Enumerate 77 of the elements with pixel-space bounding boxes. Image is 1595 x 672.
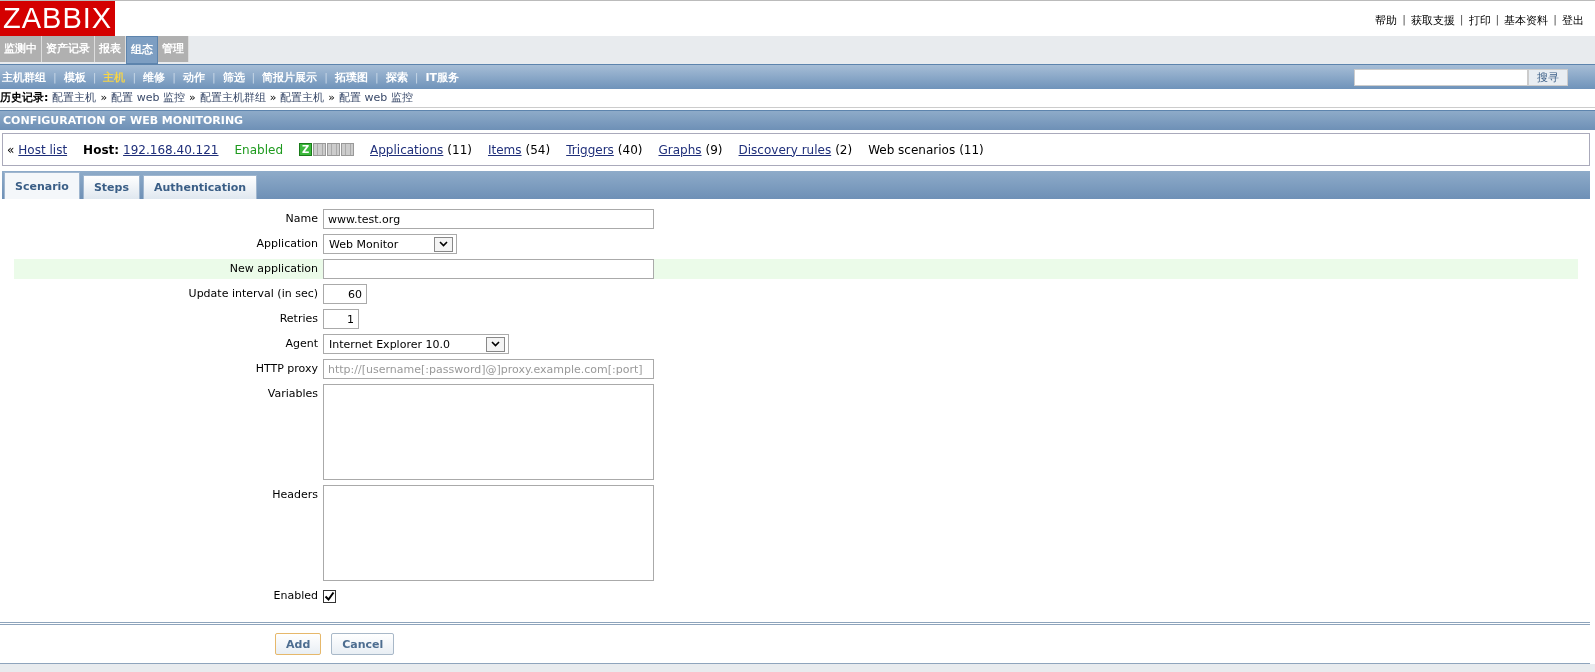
history-link[interactable]: 配置主机	[280, 89, 325, 107]
input-field[interactable]: www.test.org	[323, 209, 654, 229]
input-field[interactable]	[323, 259, 654, 279]
count: (11)	[447, 142, 472, 157]
separator: »	[100, 90, 108, 106]
field-label: HTTP proxy	[254, 361, 318, 377]
separator: |	[1402, 13, 1406, 28]
count: (2)	[835, 142, 853, 157]
host-link[interactable]: 192.168.40.121	[123, 142, 219, 157]
separator: |	[52, 70, 58, 84]
text-area[interactable]	[323, 384, 654, 480]
separator: |	[1553, 13, 1557, 28]
host-nav-link[interactable]: Discovery rules	[738, 142, 832, 157]
input-field[interactable]: 1	[323, 309, 359, 329]
history-link[interactable]: 配置主机	[52, 89, 97, 107]
page-title: CONFIGURATION OF WEB MONITORING	[0, 110, 1595, 130]
host-nav-link[interactable]: Applications	[370, 142, 444, 157]
separator: |	[131, 70, 138, 84]
field-label: Application	[255, 236, 318, 252]
field-label: Name	[284, 211, 318, 227]
text-area[interactable]	[323, 485, 654, 581]
separator: »	[188, 90, 196, 106]
field-label: New application	[228, 261, 318, 277]
header-link[interactable]: 登出	[1557, 13, 1589, 28]
separator: |	[1459, 13, 1464, 28]
separator: |	[323, 70, 330, 84]
separator: |	[374, 70, 380, 84]
history-link[interactable]: 配置 web 监控	[339, 89, 413, 107]
form-button[interactable]: Add	[275, 633, 322, 655]
search-button[interactable]: 搜寻	[1528, 68, 1568, 86]
field-label: Enabled	[272, 588, 318, 604]
chevron-down-icon	[485, 336, 505, 352]
host-status: Enabled	[234, 142, 283, 157]
count: (11)	[959, 142, 984, 157]
tab[interactable]: Steps	[82, 175, 140, 199]
dropdown[interactable]: Web Monitor	[323, 234, 458, 254]
header-link[interactable]: 基本资料	[1499, 13, 1554, 28]
search-field[interactable]	[1354, 68, 1528, 86]
dropdown[interactable]: Internet Explorer 10.0	[323, 334, 509, 354]
header-link[interactable]: 打印	[1463, 13, 1496, 28]
host-nav-link[interactable]: Graphs	[658, 142, 702, 157]
separator: |	[91, 70, 98, 84]
field-label: Agent	[284, 336, 318, 352]
separator: |	[250, 70, 257, 84]
logo: ZABBIX	[0, 1, 116, 36]
field-label: Update interval (in sec)	[187, 286, 318, 302]
field-label: Retries	[278, 311, 318, 327]
separator: »	[269, 90, 277, 106]
chevron-down-icon	[434, 236, 454, 252]
field-label: Headers	[271, 487, 318, 503]
input-field[interactable]: http://[username[:password]@]proxy.example.com[:port]	[323, 359, 654, 379]
separator: |	[413, 70, 420, 84]
history-link[interactable]: 配置主机群组	[199, 89, 266, 107]
checkbox[interactable]	[323, 590, 336, 603]
history-label: 历史记录:	[0, 90, 49, 106]
header-link[interactable]: 帮助	[1370, 13, 1403, 28]
current-section: Web scenarios	[868, 142, 956, 157]
host-label: Host:	[83, 142, 120, 157]
back-arrows: «	[7, 142, 15, 157]
count: (40)	[617, 142, 643, 157]
field-label: Variables	[266, 386, 318, 402]
host-nav-link[interactable]: Triggers	[566, 142, 614, 157]
tab[interactable]: Scenario	[4, 172, 80, 199]
host-nav-link[interactable]: Items	[487, 142, 522, 157]
host-list-link[interactable]: Host list	[18, 142, 68, 157]
form-button[interactable]: Cancel	[331, 633, 395, 655]
separator: |	[210, 70, 217, 84]
history-link[interactable]: 配置 web 监控	[111, 89, 185, 107]
separator: |	[1495, 13, 1500, 28]
count: (54)	[525, 142, 551, 157]
input-field[interactable]: 60	[323, 284, 367, 304]
count: (9)	[705, 142, 723, 157]
header-link[interactable]: 获取支援	[1405, 13, 1460, 28]
availability-badge: Z	[299, 143, 312, 156]
separator: »	[328, 90, 336, 106]
tab[interactable]: Authentication	[143, 175, 258, 199]
separator: |	[171, 70, 177, 84]
